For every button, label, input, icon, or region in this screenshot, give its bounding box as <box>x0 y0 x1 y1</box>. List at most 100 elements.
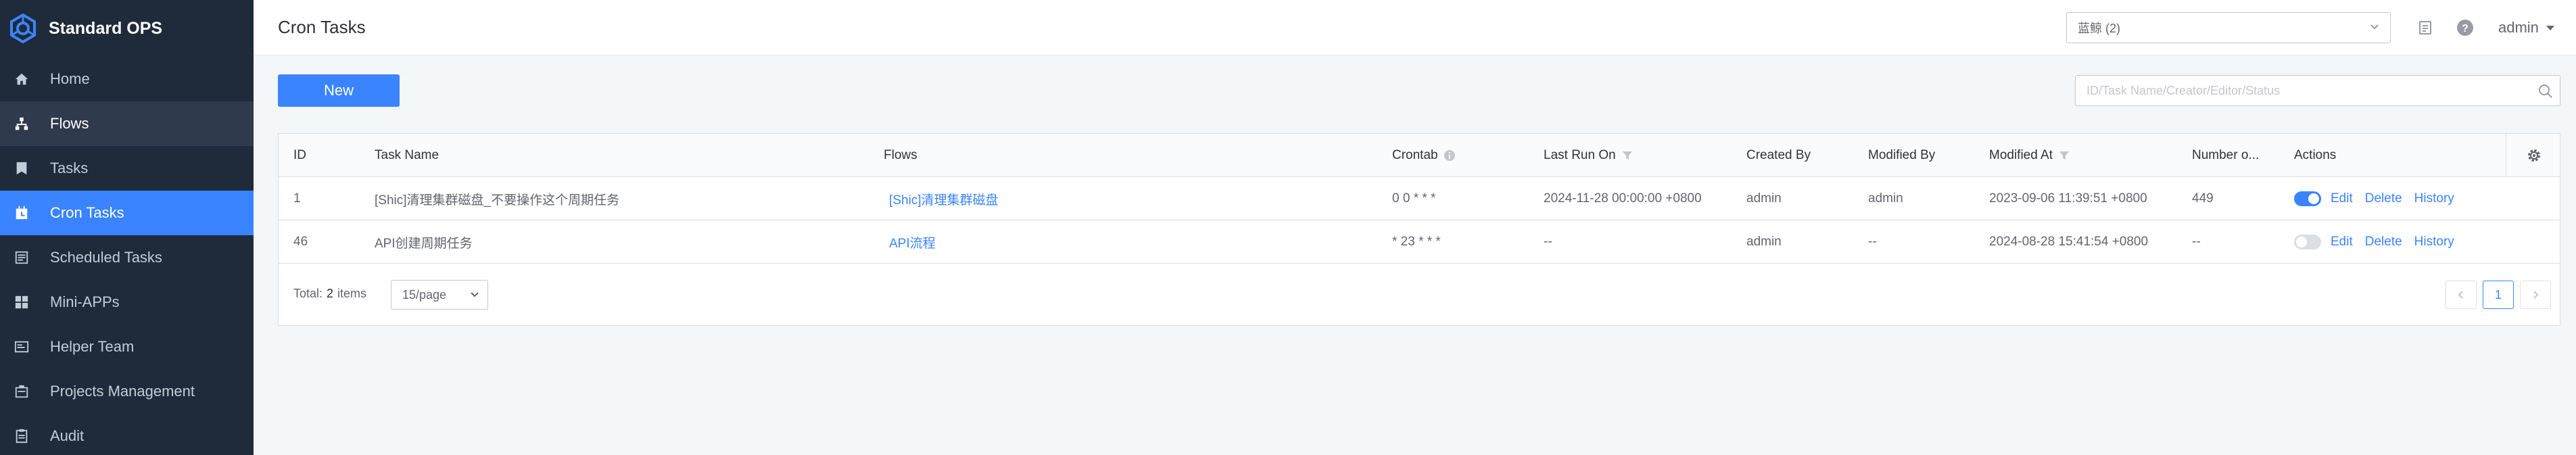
sidebar-item-home[interactable]: Home <box>0 57 254 101</box>
table-row: 1 [Shic]清理集群磁盘_不要操作这个周期任务 [Shic]清理集群磁盘 0… <box>279 177 2560 220</box>
column-header-modified-by: Modified By <box>1868 148 1936 162</box>
column-header-label: Crontab <box>1392 148 1438 162</box>
sidebar-item-mini-apps[interactable]: Mini-APPs <box>0 280 254 325</box>
cell-modified-at: 2024-08-28 15:41:54 +0800 <box>1989 235 2149 249</box>
cell-id: 1 <box>293 191 301 206</box>
cell-crontab: 0 0 * * * <box>1392 191 1436 206</box>
user-name: admin <box>2498 19 2539 36</box>
info-icon[interactable] <box>1444 149 1456 162</box>
column-header-created-by: Created By <box>1746 148 1811 162</box>
cell-flow-link[interactable]: [Shic]清理集群磁盘 <box>889 177 999 220</box>
filter-icon[interactable] <box>2058 149 2070 162</box>
sidebar-item-flows[interactable]: Flows <box>0 101 254 146</box>
sidebar-item-cron-tasks[interactable]: Cron Tasks <box>0 191 254 235</box>
cell-actions: Edit Delete History <box>2294 220 2466 264</box>
search-icon[interactable] <box>2538 84 2553 99</box>
table-header: ID Task Name Flows Crontab Last Run On C… <box>279 134 2560 177</box>
sidebar-item-label: Helper Team <box>50 338 135 355</box>
audit-icon <box>14 428 30 444</box>
project-select[interactable]: 蓝鲸 (2) <box>2066 12 2391 43</box>
sidebar-item-audit[interactable]: Audit <box>0 414 254 455</box>
sidebar-item-label: Scheduled Tasks <box>50 249 162 266</box>
total-value: 2 <box>327 287 334 300</box>
table-row: 46 API创建周期任务 API流程 * 23 * * * -- admin -… <box>279 220 2560 264</box>
cell-last-run: 2024-11-28 00:00:00 +0800 <box>1544 191 1702 206</box>
cell-last-run: -- <box>1544 235 1552 249</box>
page-title: Cron Tasks <box>278 17 366 37</box>
cron-icon <box>14 205 30 221</box>
column-header-last-run-on: Last Run On <box>1544 134 1633 177</box>
cell-task-name: API创建周期任务 <box>375 236 473 251</box>
page-size-select[interactable]: 15/page <box>391 280 488 310</box>
sidebar-item-scheduled-tasks[interactable]: Scheduled Tasks <box>0 235 254 280</box>
delete-link[interactable]: Delete <box>2365 235 2402 249</box>
helper-icon <box>14 339 30 355</box>
toggle-knob <box>2296 237 2307 247</box>
table-settings-button[interactable] <box>2506 134 2561 177</box>
sidebar-item-projects-management[interactable]: Projects Management <box>0 369 254 414</box>
column-header-label: Last Run On <box>1544 148 1616 162</box>
cell-modified-by: -- <box>1868 235 1877 249</box>
sidebar-item-label: Audit <box>50 427 85 444</box>
cell-flow-link[interactable]: API流程 <box>889 220 936 264</box>
sidebar-item-label: Home <box>50 70 90 87</box>
toggle-knob <box>2308 193 2319 204</box>
cron-tasks-table: ID Task Name Flows Crontab Last Run On C… <box>278 133 2560 326</box>
cell-task-name: [Shic]清理集群磁盘_不要操作这个周期任务 <box>375 193 620 208</box>
new-button[interactable]: New <box>278 74 400 107</box>
total-label: Total: <box>293 287 323 300</box>
project-select-value: 蓝鲸 (2) <box>2078 22 2120 35</box>
caret-down-icon <box>2546 26 2554 30</box>
edit-link[interactable]: Edit <box>2331 191 2353 206</box>
cell-crontab: * 23 * * * <box>1392 235 1441 249</box>
total-unit: items <box>337 287 367 300</box>
sidebar-nav: Home Flows Tasks Cron Tasks Scheduled Ta… <box>0 57 254 455</box>
sidebar-item-tasks[interactable]: Tasks <box>0 146 254 191</box>
user-menu[interactable]: admin <box>2498 19 2556 37</box>
history-link[interactable]: History <box>2414 191 2454 206</box>
prev-page-button[interactable] <box>2446 281 2477 309</box>
column-header-label: Modified At <box>1989 148 2053 162</box>
cell-number: -- <box>2192 235 2201 249</box>
tasks-icon <box>14 160 30 176</box>
sidebar-item-label: Projects Management <box>50 383 195 400</box>
column-header-actions: Actions <box>2294 148 2337 162</box>
apps-icon <box>14 294 30 310</box>
edit-link[interactable]: Edit <box>2331 235 2353 249</box>
enable-toggle[interactable] <box>2294 191 2321 206</box>
cell-modified-by: admin <box>1868 191 1903 206</box>
sidebar-item-label: Flows <box>50 115 89 132</box>
filter-icon[interactable] <box>1621 149 1633 162</box>
next-page-button[interactable] <box>2520 281 2551 309</box>
sidebar-item-label: Cron Tasks <box>50 204 124 221</box>
scheduled-icon <box>14 249 30 266</box>
column-header-modified-at: Modified At <box>1989 134 2070 177</box>
gear-icon <box>2527 149 2540 162</box>
chevron-right-icon <box>2533 291 2539 299</box>
sidebar: Standard OPS Home Flows Tasks Cron Tasks… <box>0 0 254 455</box>
column-header-id: ID <box>293 148 306 162</box>
brand[interactable]: Standard OPS <box>0 0 254 57</box>
flows-icon <box>14 116 30 132</box>
page-button-current[interactable]: 1 <box>2483 281 2514 309</box>
chevron-down-icon <box>2370 24 2379 30</box>
help-icon[interactable]: ? <box>2455 18 2475 38</box>
top-header: Cron Tasks 蓝鲸 (2) ? admin <box>254 0 2576 55</box>
column-header-number: Number o... <box>2192 148 2260 162</box>
column-header-crontab: Crontab <box>1392 134 1456 177</box>
sidebar-item-label: Mini-APPs <box>50 293 120 310</box>
chevron-left-icon <box>2458 291 2463 299</box>
home-icon <box>14 71 30 87</box>
enable-toggle[interactable] <box>2294 235 2321 249</box>
sidebar-item-helper-team[interactable]: Helper Team <box>0 325 254 369</box>
cell-modified-at: 2023-09-06 11:39:51 +0800 <box>1989 191 2147 206</box>
pagination: Total: 2 items 15/page 1 <box>279 264 2560 327</box>
column-header-flows: Flows <box>884 148 917 162</box>
column-header-task-name: Task Name <box>375 148 439 162</box>
search-box <box>2075 75 2560 106</box>
history-link[interactable]: History <box>2414 235 2454 249</box>
doc-icon[interactable] <box>2415 18 2435 38</box>
search-input[interactable] <box>2086 76 2519 105</box>
delete-link[interactable]: Delete <box>2365 191 2402 206</box>
sidebar-item-label: Tasks <box>50 160 89 176</box>
